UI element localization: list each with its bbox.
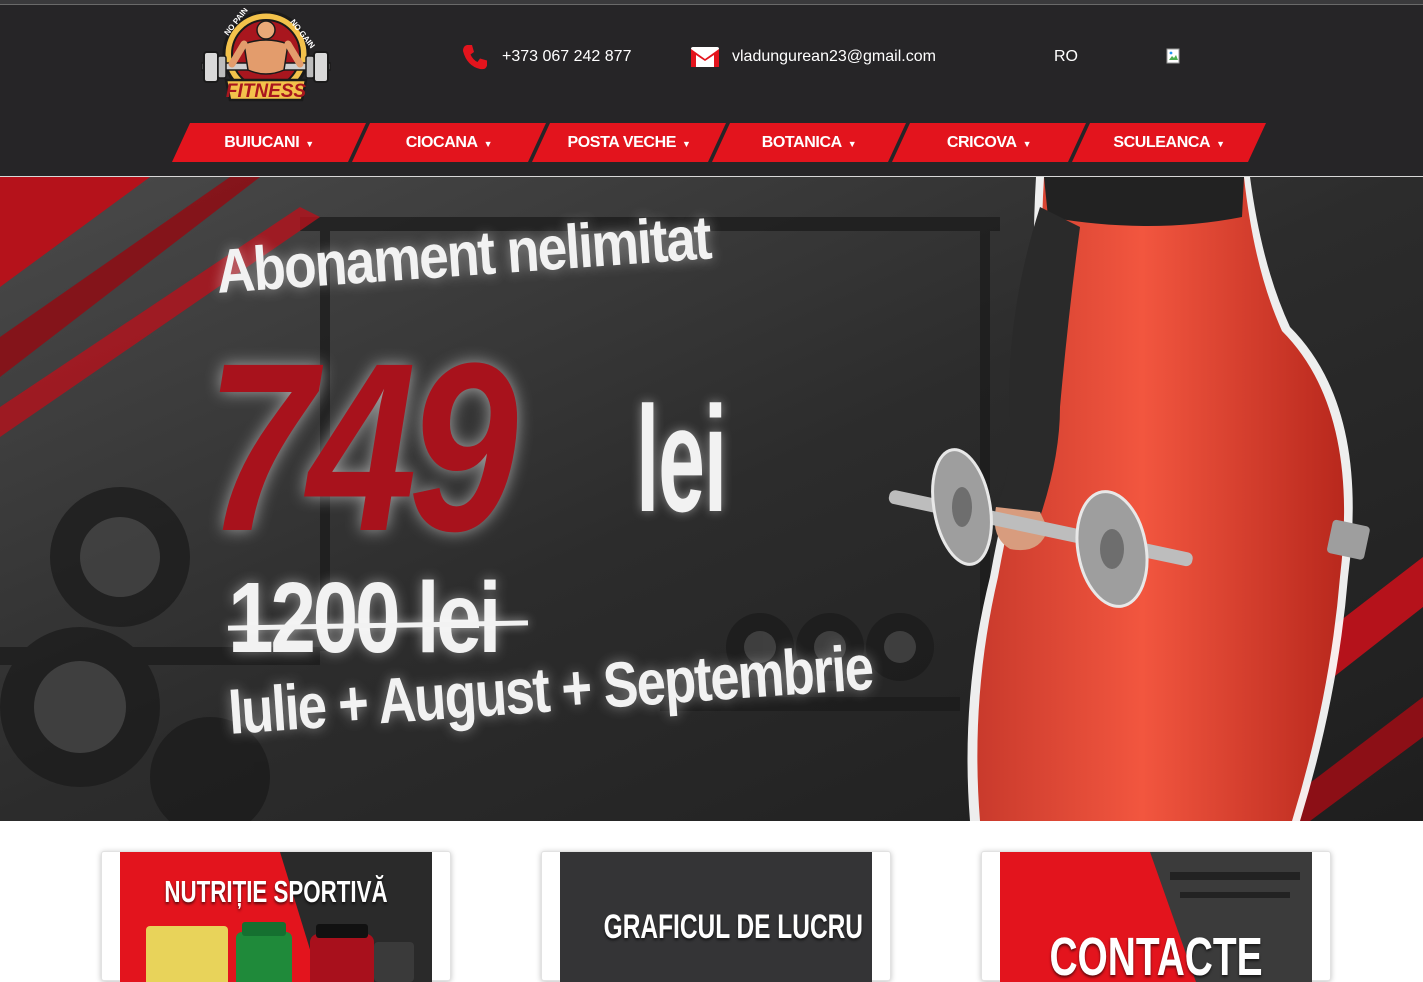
nav-item-cricova[interactable]: CRICOVA ▼ (892, 123, 1086, 162)
hero-price: 749 (206, 313, 518, 581)
phone-icon (463, 45, 487, 70)
caret-down-icon: ▼ (682, 138, 691, 149)
nav-item-label: BOTANICA (761, 133, 842, 151)
nav-item-buiucani[interactable]: BUIUCANI ▼ (172, 123, 366, 162)
nav-item-botanica[interactable]: BOTANICA ▼ (712, 123, 906, 162)
promo-banner[interactable]: Abonament nelimitat 749 lei 1200 lei Iul… (0, 177, 1423, 821)
broken-image-icon (1166, 48, 1180, 64)
hero-currency: lei (636, 375, 727, 543)
card-contacte[interactable]: CONTACTE (981, 851, 1331, 982)
logo-word: FITNESS (226, 81, 307, 102)
caret-down-icon: ▼ (1022, 138, 1032, 149)
card-image: CONTACTE (1000, 852, 1312, 982)
card-graficul-de-lucru[interactable]: GRAFICUL DE LUCRU (541, 851, 891, 982)
gmail-icon (691, 47, 719, 67)
fitness-logo[interactable]: FITNESS NO PAIN NO GAIN (198, 8, 334, 106)
nav-item-label: SCULEANCA (1113, 133, 1211, 151)
nav-item-posta-veche[interactable]: POSTA VECHE ▼ (532, 123, 726, 162)
language-selector[interactable]: RO (1054, 48, 1078, 66)
nav-item-sculeanca[interactable]: SCULEANCA ▼ (1072, 123, 1266, 162)
card-background (120, 852, 432, 982)
card-title: GRAFICUL DE LUCRU (603, 908, 863, 946)
nav-item-label: BUIUCANI (224, 133, 300, 151)
caret-down-icon: ▼ (1216, 138, 1225, 149)
caret-down-icon: ▼ (305, 138, 314, 149)
nav-item-label: CIOCANA (405, 133, 478, 151)
card-title: NUTRIȚIE SPORTIVĂ (164, 874, 388, 909)
phone-number[interactable]: +373 067 242 877 (502, 48, 631, 66)
nav-item-label: CRICOVA (946, 133, 1017, 151)
email-contact[interactable]: vladungurean23@gmail.com (690, 40, 936, 74)
caret-down-icon: ▼ (483, 138, 493, 149)
nav-item-label: POSTA VECHE (567, 133, 676, 151)
card-nutritie-sportiva[interactable]: NUTRIȚIE SPORTIVĂ (101, 851, 451, 982)
email-address[interactable]: vladungurean23@gmail.com (732, 48, 936, 66)
card-image: GRAFICUL DE LUCRU (560, 852, 872, 982)
nav-item-ciocana[interactable]: CIOCANA ▼ (352, 123, 546, 162)
caret-down-icon: ▼ (847, 138, 857, 149)
phone-contact[interactable]: +373 067 242 877 (460, 40, 631, 74)
card-image: NUTRIȚIE SPORTIVĂ (120, 852, 432, 982)
card-title: CONTACTE (1049, 927, 1263, 982)
